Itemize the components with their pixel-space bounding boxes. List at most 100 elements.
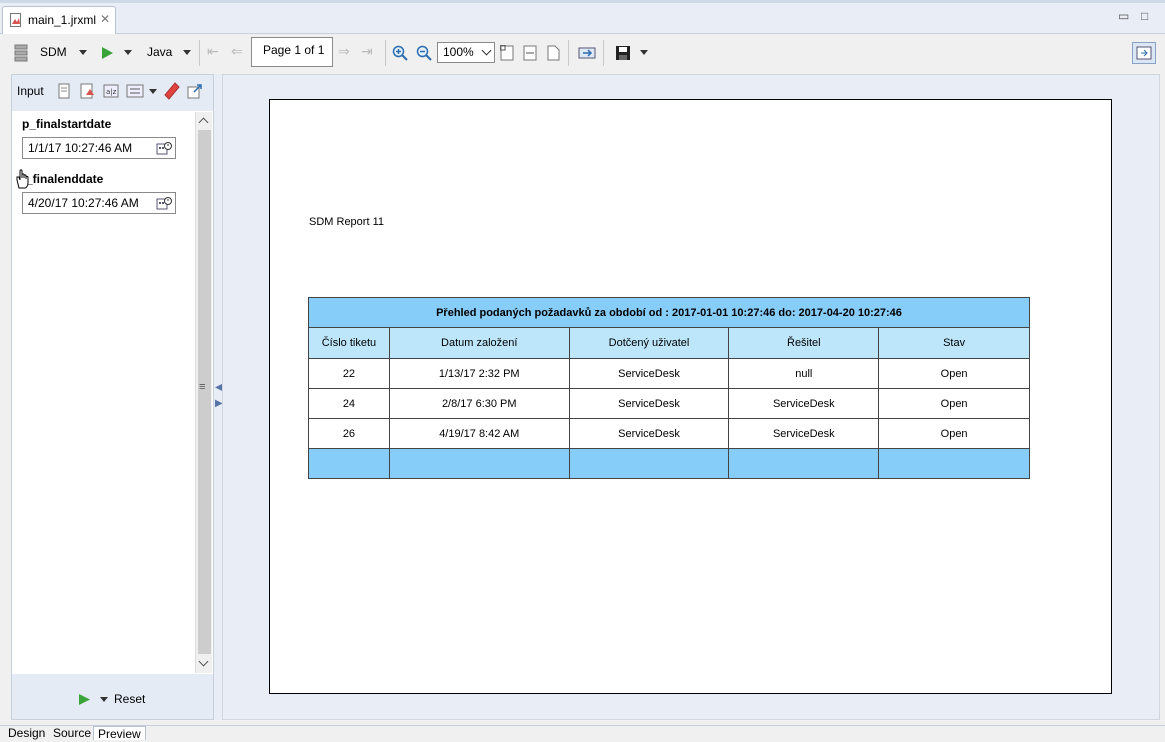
- chevron-down-icon[interactable]: [124, 50, 132, 55]
- toolbar-separator: [568, 40, 569, 66]
- reset-button[interactable]: Reset: [114, 692, 145, 706]
- chevron-up-icon[interactable]: [198, 117, 209, 128]
- table-caption: Přehled podaných požadavků za období od …: [308, 297, 1030, 328]
- param-label-enddate: _finalenddate: [26, 172, 104, 186]
- table-cell: [308, 448, 390, 479]
- first-page-icon[interactable]: ⇤: [207, 43, 219, 60]
- startdate-field[interactable]: 1/1/17 10:27:46 AM: [22, 137, 176, 159]
- fit-page-icon[interactable]: [500, 45, 515, 61]
- minimize-icon[interactable]: ▭: [1118, 9, 1129, 23]
- chevron-down-icon[interactable]: [640, 50, 648, 55]
- table-cell: 24: [308, 388, 390, 419]
- input-panel: [11, 74, 214, 720]
- column-header: Datum založení: [388, 327, 570, 359]
- sort-icon[interactable]: a|z: [103, 84, 119, 98]
- column-header: Řešitel: [728, 327, 880, 359]
- table-cell: ServiceDesk: [568, 358, 730, 389]
- editor-tab-label: main_1.jrxml: [28, 13, 97, 27]
- page-indicator-text: Page 1 of 1: [263, 43, 325, 57]
- chevron-down-icon: [481, 45, 492, 56]
- table-cell: 22: [308, 358, 390, 389]
- parameters-icon[interactable]: [57, 83, 71, 99]
- previous-page-icon[interactable]: ⇐: [231, 43, 243, 60]
- input-panel-title: Input: [17, 84, 44, 98]
- panel-splitter[interactable]: [214, 74, 222, 720]
- jrxml-file-icon: [10, 13, 21, 27]
- column-header: Dotčený uživatel: [568, 327, 730, 359]
- export-params-icon[interactable]: [187, 83, 203, 99]
- chevron-down-icon[interactable]: [100, 697, 108, 702]
- enddate-field[interactable]: 4/20/17 10:27:46 AM: [22, 192, 176, 214]
- table-row: 22 1/13/17 2:32 PM ServiceDesk null Open: [308, 358, 1030, 389]
- eraser-icon[interactable]: [164, 82, 180, 100]
- table-row: 24 2/8/17 6:30 PM ServiceDesk ServiceDes…: [308, 388, 1030, 419]
- tab-source[interactable]: Source: [49, 726, 95, 740]
- table-cell: 1/13/17 2:32 PM: [388, 358, 570, 389]
- table-cell: [728, 448, 880, 479]
- editor-mode-tabs: [0, 725, 1165, 740]
- fit-width-icon[interactable]: [523, 45, 538, 61]
- column-header: Stav: [878, 327, 1030, 359]
- table-cell: ServiceDesk: [728, 388, 880, 419]
- enddate-value: 4/20/17 10:27:46 AM: [28, 196, 139, 210]
- table-cell: Open: [878, 358, 1030, 389]
- input-panel-footer: [12, 674, 213, 719]
- zoom-select[interactable]: 100%: [437, 42, 495, 63]
- language-selector[interactable]: Java: [147, 45, 172, 59]
- zoom-out-icon[interactable]: [416, 45, 432, 61]
- report-title: SDM Report 11: [309, 216, 384, 228]
- table-cell: Open: [878, 388, 1030, 419]
- toolbar-separator: [199, 40, 200, 66]
- svg-text:a|z: a|z: [106, 88, 117, 96]
- column-header: Číslo tiketu: [308, 327, 390, 359]
- toolbar-separator: [385, 40, 386, 66]
- table-cell: 26: [308, 418, 390, 449]
- toolbar-separator: [603, 40, 604, 66]
- zoom-value: 100%: [443, 45, 474, 59]
- table-row: 26 4/19/17 8:42 AM ServiceDesk ServiceDe…: [308, 418, 1030, 449]
- table-cell: [878, 448, 1030, 479]
- run-icon[interactable]: [100, 46, 114, 60]
- table-cell: 4/19/17 8:42 AM: [388, 418, 570, 449]
- filter-icon[interactable]: [126, 84, 144, 98]
- drag-handle-icon[interactable]: ≡: [199, 381, 205, 393]
- chevron-down-icon[interactable]: [198, 656, 209, 667]
- report-table: Přehled podaných požadavků za období od …: [308, 297, 1030, 479]
- last-page-icon[interactable]: ⇥: [361, 43, 373, 60]
- editor-tab-bar: [0, 0, 1165, 34]
- maximize-icon[interactable]: □: [1141, 9, 1148, 23]
- table-footer-row: [308, 448, 1030, 479]
- export-icon[interactable]: [578, 45, 596, 61]
- close-icon[interactable]: ✕: [100, 12, 110, 26]
- table-cell: [568, 448, 730, 479]
- calendar-icon[interactable]: [156, 196, 172, 210]
- tab-design[interactable]: Design: [4, 726, 49, 740]
- param-label-startdate: p_finalstartdate: [22, 117, 112, 131]
- table-cell: ServiceDesk: [568, 388, 730, 419]
- run-icon[interactable]: [78, 693, 91, 706]
- table-cell: ServiceDesk: [568, 418, 730, 449]
- table-header-row: Číslo tiketu Datum založení Dotčený uživ…: [308, 327, 1030, 359]
- table-cell: Open: [878, 418, 1030, 449]
- hand-cursor-icon: [16, 169, 29, 189]
- table-cell: ServiceDesk: [728, 418, 880, 449]
- datasource-icon: [14, 44, 28, 62]
- next-page-icon[interactable]: ⇒: [338, 43, 350, 60]
- table-cell: 2/8/17 6:30 PM: [388, 388, 570, 419]
- tab-preview[interactable]: Preview: [93, 726, 146, 741]
- page-indicator: Page 1 of 1: [251, 37, 333, 67]
- save-icon[interactable]: [615, 45, 631, 61]
- editor-tab-main[interactable]: main_1.jrxml ✕: [2, 6, 116, 34]
- toggle-panel-icon[interactable]: [1132, 42, 1156, 64]
- zoom-in-icon[interactable]: [392, 45, 408, 61]
- chevron-down-icon[interactable]: [183, 50, 191, 55]
- chevron-down-icon[interactable]: [79, 50, 87, 55]
- datasource-selector[interactable]: SDM: [40, 45, 67, 59]
- calendar-icon[interactable]: [156, 141, 172, 155]
- table-caption-row: Přehled podaných požadavků za období od …: [308, 297, 1030, 328]
- table-cell: null: [728, 358, 880, 389]
- chevron-down-icon[interactable]: [149, 89, 157, 94]
- table-cell: [388, 448, 570, 479]
- report-parameters-icon[interactable]: [80, 83, 96, 99]
- actual-size-icon[interactable]: [547, 45, 560, 61]
